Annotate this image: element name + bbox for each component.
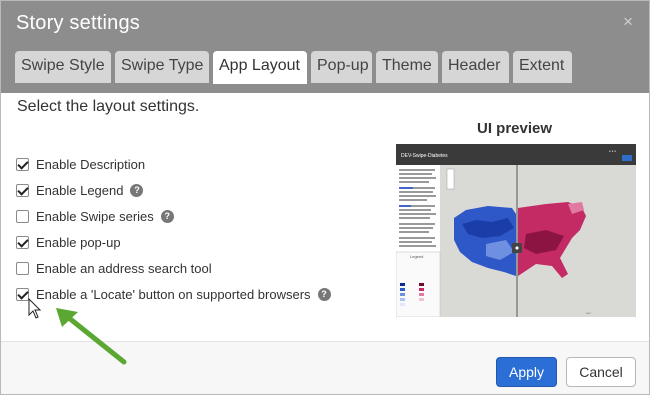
description-checkbox[interactable] (16, 157, 29, 171)
dialog-title: Story settings (16, 12, 140, 34)
option-label: Enable a 'Locate' button on supported br… (36, 286, 311, 302)
option-enable-locate-button[interactable]: Enable a 'Locate' button on supported br… (16, 281, 331, 307)
legend-checkbox[interactable] (16, 183, 29, 197)
tab-extent[interactable]: Extent (513, 51, 572, 83)
option-label: Enable Legend (36, 182, 124, 198)
apply-button[interactable]: Apply (496, 357, 557, 387)
help-icon[interactable]: ? (130, 183, 144, 197)
tab-theme[interactable]: Theme (376, 51, 438, 83)
svg-text:Legend: Legend (410, 254, 423, 259)
option-label: Enable Description (36, 156, 146, 172)
help-icon[interactable]: ? (160, 209, 174, 223)
cancel-button[interactable]: Cancel (566, 357, 636, 387)
tab-app-layout[interactable]: App Layout (213, 51, 307, 84)
option-label: Enable pop-up (36, 234, 121, 250)
swipe-series-checkbox[interactable] (16, 209, 29, 223)
preview-map-thumbnail: DEV-Swipe-Diabetes ● ● ● Legend esri (396, 144, 636, 317)
option-enable-address-search[interactable]: Enable an address search tool (16, 255, 331, 281)
annotation-arrow-icon (56, 308, 127, 365)
ui-preview-label: UI preview (477, 120, 553, 137)
tab-swipe-type[interactable]: Swipe Type (115, 51, 209, 83)
option-enable-popup[interactable]: Enable pop-up (16, 229, 331, 255)
option-enable-swipe-series[interactable]: Enable Swipe series ? (16, 203, 331, 229)
ui-preview-image: DEV-Swipe-Diabetes ● ● ● Legend esri (396, 144, 636, 317)
address-search-checkbox[interactable] (16, 261, 29, 275)
close-icon[interactable]: × (623, 12, 633, 32)
layout-instruction: Select the layout settings. (17, 98, 200, 115)
help-icon[interactable]: ? (317, 287, 331, 301)
tab-swipe-style[interactable]: Swipe Style (15, 51, 111, 83)
tab-header[interactable]: Header (442, 51, 509, 83)
option-enable-description[interactable]: Enable Description (16, 151, 331, 177)
svg-text:esri: esri (586, 311, 591, 315)
layout-options: Enable Description Enable Legend ? Enabl… (16, 151, 331, 307)
settings-tabs: Swipe Style Swipe Type App Layout Pop-up… (15, 51, 572, 84)
option-enable-legend[interactable]: Enable Legend ? (16, 177, 331, 203)
option-label: Enable an address search tool (36, 260, 212, 276)
popup-checkbox[interactable] (16, 235, 29, 249)
mouse-cursor-icon (28, 298, 42, 319)
tab-popup[interactable]: Pop-up (311, 51, 372, 83)
dialog-header: Story settings × Swipe Style Swipe Type … (1, 1, 649, 93)
preview-app-title: DEV-Swipe-Diabetes (401, 153, 448, 159)
option-label: Enable Swipe series (36, 208, 154, 224)
svg-text:● ● ●: ● ● ● (609, 149, 616, 153)
